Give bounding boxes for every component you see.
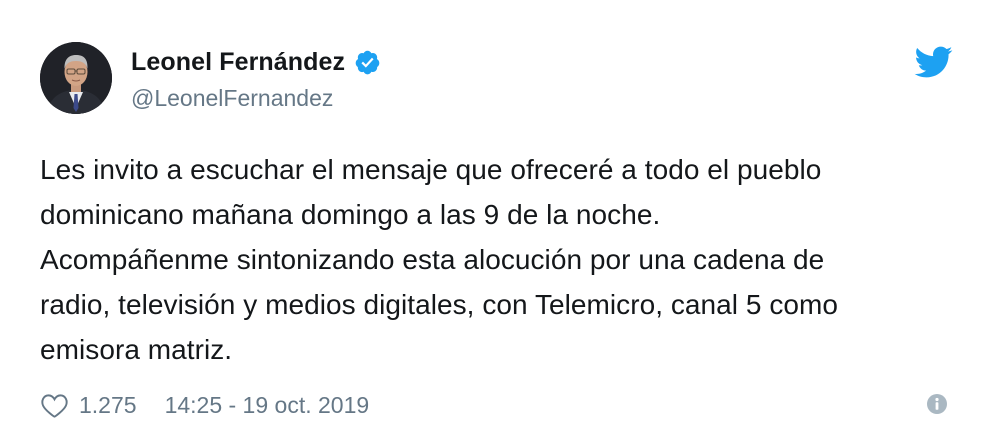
tweet-timestamp[interactable]: 14:25 - 19 oct. 2019 — [165, 392, 370, 419]
tweet-footer: 1.275 14:25 - 19 oct. 2019 — [40, 388, 369, 422]
author-display-name[interactable]: Leonel Fernández — [131, 48, 345, 77]
tweet-text: Les invito a escuchar el mensaje que ofr… — [40, 154, 839, 365]
heart-icon — [41, 393, 68, 418]
profile-photo — [40, 42, 112, 114]
author-handle[interactable]: @LeonelFernandez — [131, 85, 333, 112]
like-button[interactable]: 1.275 — [40, 392, 165, 419]
avatar[interactable] — [40, 42, 112, 114]
verified-badge-icon — [355, 50, 380, 74]
like-count: 1.275 — [79, 391, 137, 418]
info-icon[interactable] — [926, 393, 948, 415]
embedded-tweet: Leonel Fernández @LeonelFernandez Les in… — [0, 0, 988, 444]
author-name-row: Leonel Fernández — [131, 45, 381, 79]
twitter-bird-icon[interactable] — [913, 45, 953, 79]
